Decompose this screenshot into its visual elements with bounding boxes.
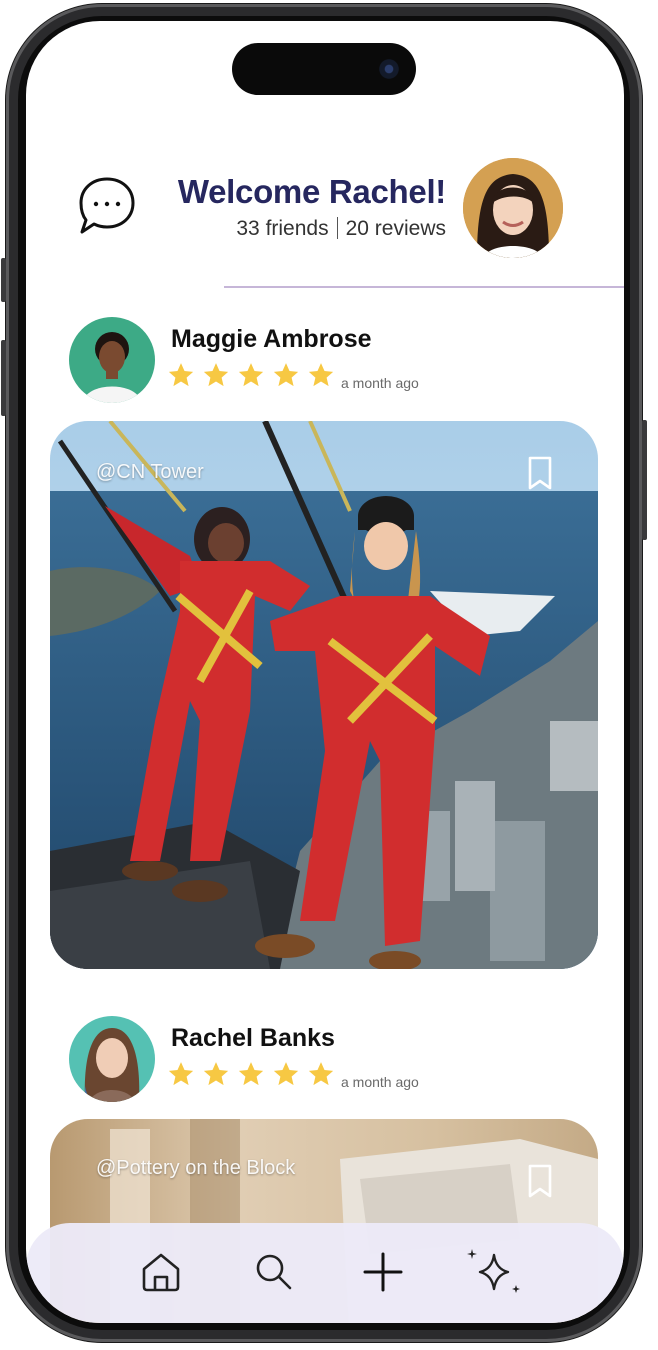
reviewer-name[interactable]: Maggie Ambrose [171,325,372,354]
review-photo [50,421,598,969]
avatar-portrait [463,158,563,258]
place-tag[interactable]: @CN Tower [96,461,204,484]
place-tag[interactable]: @Pottery on the Block [96,1157,295,1180]
header-greeting: Welcome Rachel! 33 friends 20 reviews [178,173,446,241]
star-icon [308,1062,334,1086]
nav-home[interactable] [138,1249,184,1295]
star-icon [203,363,229,387]
bookmark-icon[interactable] [526,1163,554,1199]
avatar-portrait [69,1016,155,1102]
star-rating [167,1060,335,1088]
user-stats: 33 friends 20 reviews [178,217,446,241]
star-icon [203,1062,229,1086]
star-icon [308,363,334,387]
dynamic-island [232,43,416,95]
home-icon [142,1253,180,1292]
profile-avatar[interactable] [463,158,563,258]
review-photo-card[interactable]: @CN Tower [50,421,598,969]
bookmark-icon[interactable] [526,455,554,491]
nav-search[interactable] [251,1249,297,1295]
reviewer-avatar[interactable] [69,1016,155,1102]
reviews-count[interactable]: 20 reviews [346,217,446,240]
plus-icon [363,1252,403,1292]
star-icon [238,1062,264,1086]
review-time: a month ago [341,1074,419,1090]
stats-separator [336,217,338,239]
reviewer-avatar[interactable] [69,317,155,403]
header-divider [224,286,624,288]
star-icon [273,363,299,387]
chat-bubble-icon [79,177,135,234]
star-icon [168,1062,194,1086]
side-button-right [642,420,647,540]
welcome-title: Welcome Rachel! [177,173,446,210]
camera-lens [378,58,400,80]
side-button-left [1,340,6,416]
star-rating [167,361,335,389]
side-button-left [1,258,6,302]
nav-add[interactable] [360,1249,406,1295]
bottom-nav [26,1223,624,1323]
star-icon [238,363,264,387]
search-icon [256,1254,292,1290]
nav-discover[interactable] [464,1245,524,1297]
app-screen: Welcome Rachel! 33 friends 20 reviews Ma… [26,21,624,1323]
star-icon [168,363,194,387]
reviewer-name[interactable]: Rachel Banks [171,1024,335,1053]
review-time: a month ago [341,375,419,391]
avatar-portrait [69,317,155,403]
friends-count[interactable]: 33 friends [236,217,328,240]
sparkles-icon [467,1249,520,1293]
star-icon [273,1062,299,1086]
chat-button[interactable] [76,175,138,237]
